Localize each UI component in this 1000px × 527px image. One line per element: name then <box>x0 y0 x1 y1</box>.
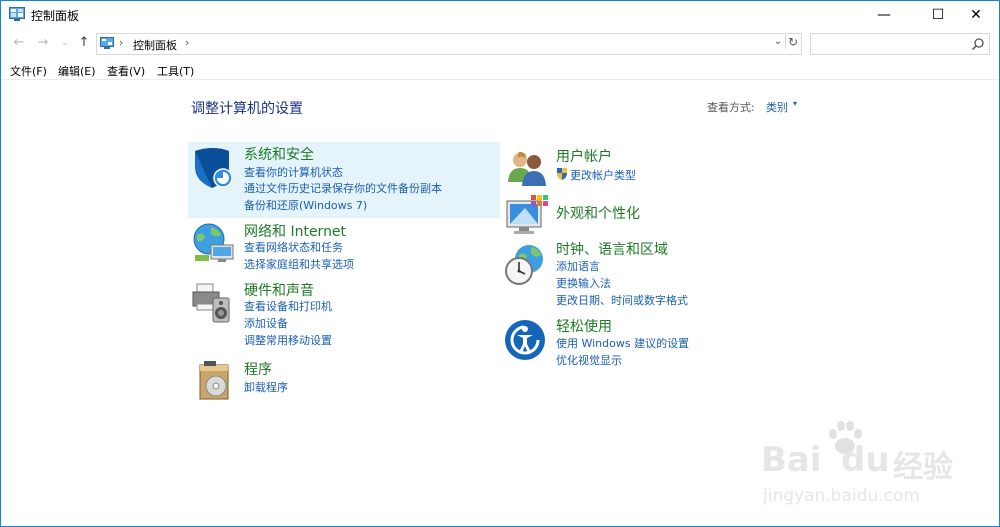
view-by-dropdown[interactable]: 类别 <box>766 99 788 115</box>
baidu-jingyan-watermark: Bai du 经验 jingyan.baidu.com <box>761 416 991 516</box>
breadcrumb-separator[interactable]: › <box>185 36 189 49</box>
menu-edit[interactable]: 编辑(E) <box>58 63 96 79</box>
chevron-down-icon: ⌄ <box>61 38 69 48</box>
ease-of-access-icon <box>505 320 545 360</box>
link-date-time-format[interactable]: 更改日期、时间或数字格式 <box>556 292 688 308</box>
watermark-brand: Bai <box>761 440 822 480</box>
category-ease-of-access[interactable]: 轻松使用 使用 Windows 建议的设置 优化视觉显示 <box>501 316 813 370</box>
link-add-device[interactable]: 添加设备 <box>244 315 288 331</box>
recent-locations-button[interactable]: ⌄ <box>56 34 74 52</box>
breadcrumb-separator: › <box>119 36 124 49</box>
shield-icon <box>195 148 233 188</box>
category-title[interactable]: 时钟、语言和区域 <box>556 239 668 259</box>
maximize-icon: ☐ <box>931 7 945 23</box>
address-dropdown-icon[interactable]: ⌄ <box>772 36 784 47</box>
link-file-history-backup[interactable]: 通过文件历史记录保存你的文件备份副本 <box>244 180 442 196</box>
category-user-accounts[interactable]: 用户帐户 更改帐户类型 <box>501 144 813 186</box>
category-programs[interactable]: 程序 卸载程序 <box>188 357 500 400</box>
link-change-input-method[interactable]: 更换输入法 <box>556 275 611 291</box>
refresh-icon[interactable]: ↻ <box>785 35 800 49</box>
back-arrow-icon: ← <box>13 35 25 50</box>
control-panel-window: 控制面板 — ☐ ✕ ← → ⌄ ↑ › 控制面板 › ⌄ ↻ 文件(F) 编辑… <box>0 0 1000 527</box>
control-panel-icon <box>9 7 25 21</box>
window-title: 控制面板 <box>31 9 80 23</box>
users-icon <box>508 151 546 186</box>
category-clock-language-region[interactable]: 时钟、语言和区域 添加语言 更换输入法 更改日期、时间或数字格式 <box>501 239 813 311</box>
address-bar[interactable]: › 控制面板 › ⌄ ↻ <box>96 33 802 55</box>
back-button[interactable]: ← <box>10 34 28 52</box>
category-appearance-personalization[interactable]: 外观和个性化 <box>501 193 813 239</box>
monitor-colors-icon <box>506 195 548 234</box>
navigation-bar: ← → ⌄ ↑ › 控制面板 › ⌄ ↻ <box>1 31 999 57</box>
category-title[interactable]: 系统和安全 <box>244 144 314 164</box>
clock-globe-icon <box>505 245 543 285</box>
forward-button[interactable]: → <box>34 34 52 52</box>
category-title[interactable]: 硬件和声音 <box>244 280 314 300</box>
watermark-url: jingyan.baidu.com <box>763 486 920 506</box>
link-windows-recommended-settings[interactable]: 使用 Windows 建议的设置 <box>556 335 689 351</box>
forward-arrow-icon: → <box>37 35 49 50</box>
search-input[interactable] <box>810 33 990 55</box>
category-title[interactable]: 网络和 Internet <box>244 221 346 241</box>
category-title[interactable]: 外观和个性化 <box>556 203 640 223</box>
breadcrumb-control-panel[interactable]: 控制面板 <box>133 37 177 53</box>
watermark-brand2: du <box>841 440 890 480</box>
search-icon[interactable] <box>971 37 985 51</box>
menu-view[interactable]: 查看(V) <box>107 63 145 79</box>
programs-disc-icon <box>199 361 229 400</box>
minimize-button[interactable]: — <box>861 1 907 29</box>
menu-tools[interactable]: 工具(T) <box>157 63 194 79</box>
uac-shield-icon <box>557 168 567 180</box>
link-optimize-visual-display[interactable]: 优化视觉显示 <box>556 352 622 368</box>
link-uninstall-program[interactable]: 卸载程序 <box>244 379 288 395</box>
printer-speaker-icon <box>192 283 230 323</box>
menu-file[interactable]: 文件(F) <box>10 63 47 79</box>
link-backup-restore[interactable]: 备份和还原(Windows 7) <box>244 197 367 213</box>
chevron-down-icon[interactable]: ▾ <box>793 99 797 108</box>
link-view-computer-status[interactable]: 查看你的计算机状态 <box>244 164 343 180</box>
up-arrow-icon: ↑ <box>78 35 90 50</box>
close-icon: ✕ <box>970 7 982 23</box>
category-network-internet[interactable]: 网络和 Internet 查看网络状态和任务 选择家庭组和共享选项 <box>188 219 500 275</box>
minimize-icon: — <box>877 7 891 23</box>
category-title[interactable]: 轻松使用 <box>556 316 612 336</box>
close-button[interactable]: ✕ <box>953 1 999 29</box>
link-mobility-settings[interactable]: 调整常用移动设置 <box>244 332 332 348</box>
link-network-status[interactable]: 查看网络状态和任务 <box>244 239 343 255</box>
title-bar[interactable]: 控制面板 — ☐ ✕ <box>1 1 999 29</box>
control-panel-icon <box>100 37 114 49</box>
link-devices-printers[interactable]: 查看设备和打印机 <box>244 298 332 314</box>
view-by-label: 查看方式: <box>707 101 755 114</box>
page-title: 调整计算机的设置 <box>191 101 303 117</box>
category-title[interactable]: 程序 <box>244 359 272 379</box>
menu-bar: 文件(F) 编辑(E) 查看(V) 工具(T) <box>1 61 999 80</box>
up-button[interactable]: ↑ <box>75 34 93 52</box>
link-add-language[interactable]: 添加语言 <box>556 258 600 274</box>
link-change-account-type[interactable]: 更改帐户类型 <box>570 167 636 183</box>
link-homegroup-sharing[interactable]: 选择家庭组和共享选项 <box>244 256 354 272</box>
category-title[interactable]: 用户帐户 <box>556 146 612 166</box>
globe-network-icon <box>193 223 234 262</box>
category-hardware-sound[interactable]: 硬件和声音 查看设备和打印机 添加设备 调整常用移动设置 <box>188 278 500 350</box>
watermark-brand-cn: 经验 <box>893 450 953 485</box>
category-system-security[interactable]: 系统和安全 查看你的计算机状态 通过文件历史记录保存你的文件备份副本 备份和还原… <box>188 142 500 218</box>
